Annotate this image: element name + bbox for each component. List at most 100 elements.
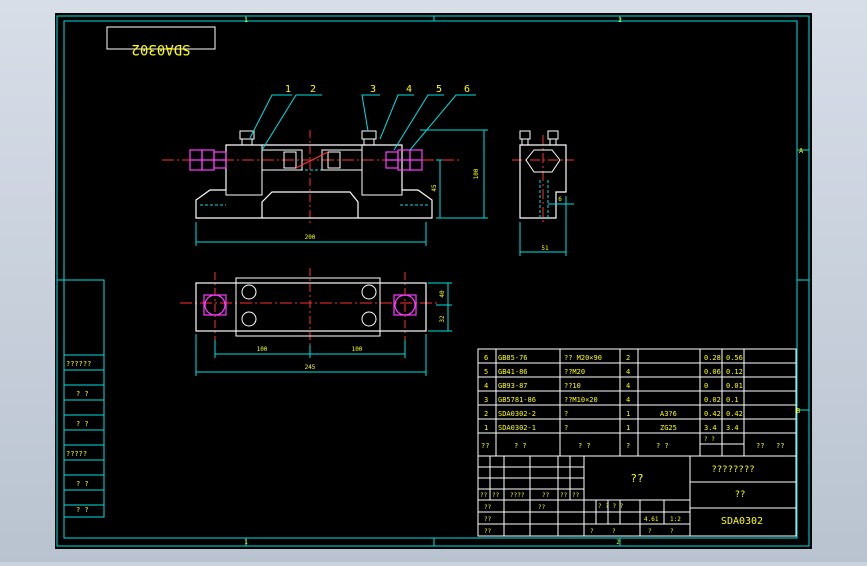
- dim-top-half-left: 100: [257, 346, 268, 353]
- bom-cell-no: 3: [484, 396, 488, 404]
- dim-side-small: 6: [558, 196, 562, 203]
- bom-cell-name: ??M20: [564, 368, 585, 376]
- bom-cell-name: ?: [564, 410, 568, 418]
- left-table-label-0: ??????: [66, 360, 91, 368]
- bom-cell-qty: 4: [626, 368, 630, 376]
- dim-top-half-right: 100: [352, 346, 363, 353]
- sign-col-1: ??: [492, 492, 500, 499]
- bom-header-no: ??: [481, 442, 489, 450]
- title-drawing-code: SDA0302: [721, 516, 763, 527]
- grid-label-bottom-1: 1: [244, 539, 248, 546]
- dim-front-height: 100: [473, 168, 480, 179]
- cad-viewport[interactable]: 1 2 1 2 A B SDA0302 1 2 3 4 5 6 200 100 …: [0, 0, 867, 562]
- bom-header-weight: ??: [756, 442, 764, 450]
- bom-cell-w2: 0.01: [726, 382, 743, 390]
- row-process: ??: [484, 516, 492, 523]
- bom-header-code: ? ?: [514, 442, 527, 450]
- bom-cell-w2: 0.12: [726, 368, 743, 376]
- bom-cell-code: GB41-86: [498, 368, 528, 376]
- bom-cell-no: 5: [484, 368, 488, 376]
- bom-cell-code: GB93-87: [498, 382, 528, 390]
- bom-cell-no: 4: [484, 382, 488, 390]
- stage-label: ? ? ? ?: [598, 503, 624, 510]
- bom-cell-code: GB5781-86: [498, 396, 536, 404]
- grid-label-top-1: 1: [244, 17, 248, 24]
- bom-cell-name: ?? M20×90: [564, 354, 602, 362]
- drawing-number-mirrored-text: SDA0302: [131, 41, 190, 57]
- sheet-label-1: ?: [612, 528, 616, 535]
- bom-cell-w1: 0.28: [704, 354, 721, 362]
- title-material: ??: [735, 490, 746, 500]
- bom-cell-name: ??M10×20: [564, 396, 598, 404]
- left-table-label-5: ? ?: [76, 506, 89, 514]
- sign-col-4: ??: [560, 492, 568, 499]
- bom-cell-mat: ZG25: [660, 424, 677, 432]
- dim-top-h1: 40: [439, 290, 446, 298]
- balloon-3: 3: [370, 84, 376, 95]
- row-review: ??: [538, 504, 546, 511]
- left-table-label-1: ? ?: [76, 390, 89, 398]
- cad-window: 1 2 1 2 A B SDA0302 1 2 3 4 5 6 200 100 …: [0, 0, 867, 562]
- dim-top-total: 245: [305, 364, 316, 371]
- bom-header-unit: ? ?: [704, 436, 715, 443]
- bom-cell-qty: 2: [626, 354, 630, 362]
- bom-cell-w1: 0: [704, 382, 708, 390]
- bom-cell-w1: 0.06: [704, 368, 721, 376]
- bom-header-name: ? ?: [578, 442, 591, 450]
- sign-col-5: ??: [572, 492, 580, 499]
- bom-cell-w1: 0.02: [704, 396, 721, 404]
- bom-cell-code: SDA0302-1: [498, 424, 536, 432]
- sign-col-3: ??: [542, 492, 550, 499]
- balloon-6: 6: [464, 84, 470, 95]
- grid-label-side-b: B: [796, 407, 800, 415]
- bom-cell-name: ?: [564, 424, 568, 432]
- scale-value: 1:2: [670, 516, 681, 523]
- balloon-1: 1: [285, 84, 291, 95]
- grid-label-top-2: 2: [618, 17, 622, 24]
- bom-cell-no: 6: [484, 354, 488, 362]
- bom-header-material: ? ?: [656, 442, 669, 450]
- sign-col-0: ??: [480, 492, 488, 499]
- balloon-2: 2: [310, 84, 316, 95]
- dim-front-width: 200: [305, 234, 316, 241]
- left-table-label-3: ?????: [66, 450, 87, 458]
- bom-cell-no: 2: [484, 410, 488, 418]
- bom-cell-qty: 1: [626, 424, 630, 432]
- bom-cell-w2: 0.1: [726, 396, 739, 404]
- bom-cell-w2: 3.4: [726, 424, 739, 432]
- drawing-canvas[interactable]: 1 2 1 2 A B SDA0302 1 2 3 4 5 6 200 100 …: [0, 0, 867, 562]
- title-company: ????????: [711, 465, 754, 475]
- bom-cell-qty: 4: [626, 382, 630, 390]
- bom-cell-code: SDA0302-2: [498, 410, 536, 418]
- bom-cell-w1: 3.4: [704, 424, 717, 432]
- dim-front-mid: 45: [431, 184, 438, 192]
- dim-top-h2: 32: [439, 315, 446, 323]
- bom-cell-qty: 4: [626, 396, 630, 404]
- sign-col-2: ????: [510, 492, 525, 499]
- dim-side-width: 51: [541, 245, 549, 252]
- sheet-label-2: ?: [648, 528, 652, 535]
- bom-header-remark: ??: [776, 442, 784, 450]
- bom-header-qty: ?: [626, 442, 630, 450]
- bom-cell-name: ??10: [564, 382, 581, 390]
- bom-cell-no: 1: [484, 424, 488, 432]
- bom-cell-mat: A3?6: [660, 410, 677, 418]
- sheet-label-0: ?: [590, 528, 594, 535]
- left-table-label-4: ? ?: [76, 480, 89, 488]
- row-approve: ??: [484, 528, 492, 535]
- sheet-label-3: ?: [670, 528, 674, 535]
- grid-label-bottom-2: 2: [616, 539, 620, 546]
- weight-value: 4.61: [644, 516, 659, 523]
- drawing-sheet: [55, 13, 812, 549]
- balloon-5: 5: [436, 84, 442, 95]
- balloon-4: 4: [406, 84, 412, 95]
- left-table-label-2: ? ?: [76, 420, 89, 428]
- bom-cell-w2: 0.56: [726, 354, 743, 362]
- row-design: ??: [484, 504, 492, 511]
- bom-cell-qty: 1: [626, 410, 630, 418]
- bom-cell-w1: 0.42: [704, 410, 721, 418]
- bom-cell-code: GB85-76: [498, 354, 528, 362]
- drawing-number-mirrored: SDA0302: [131, 41, 190, 57]
- title-part-name: ??: [630, 472, 643, 485]
- bom-cell-w2: 0.42: [726, 410, 743, 418]
